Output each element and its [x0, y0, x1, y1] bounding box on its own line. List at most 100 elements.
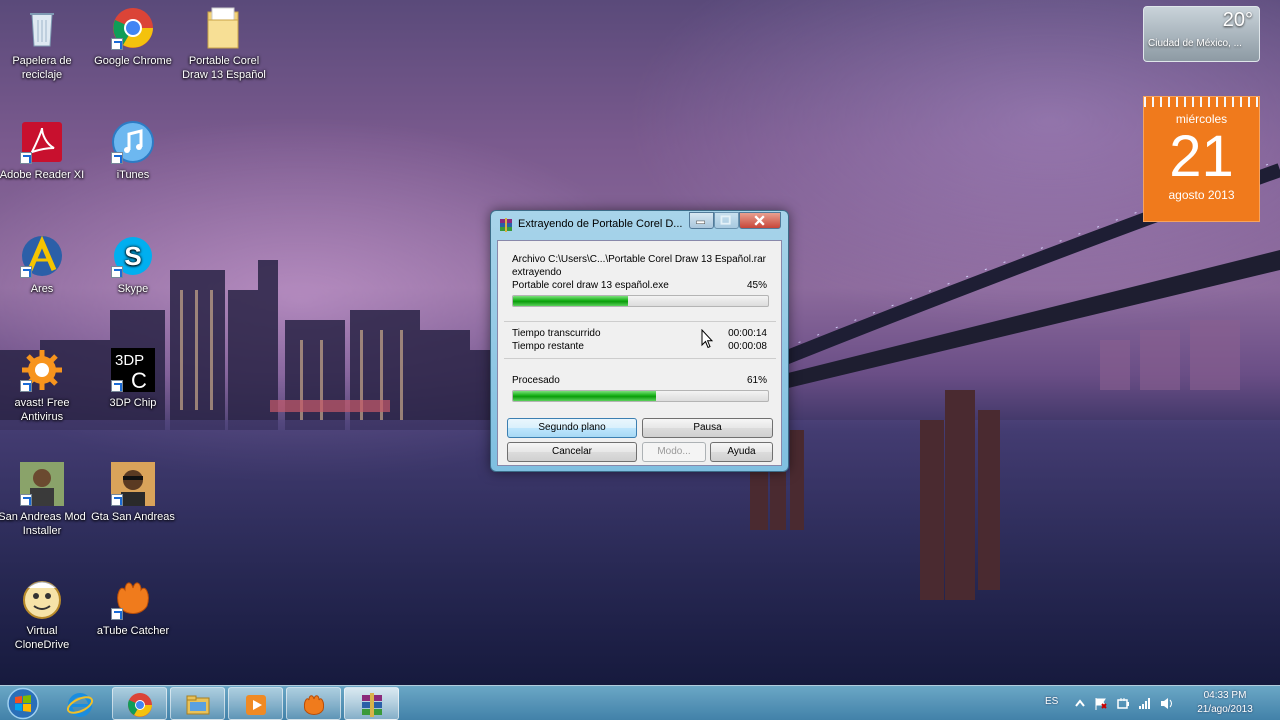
- taskbar-clock[interactable]: 04:33 PM 21/ago/2013: [1190, 689, 1260, 717]
- taskbar-winrar[interactable]: [344, 687, 399, 720]
- desktop-icon-chrome[interactable]: Google Chrome: [88, 6, 178, 68]
- remaining-time-value: 00:00:08: [728, 341, 767, 352]
- desktop-icon-corel-folder[interactable]: Portable Corel Draw 13 Español: [179, 6, 269, 82]
- chrome-icon: [111, 6, 155, 50]
- archive-path: Archivo C:\Users\C...\Portable Corel Dra…: [512, 254, 766, 265]
- pause-button[interactable]: Pausa: [642, 418, 773, 438]
- network-signal-icon[interactable]: [1138, 697, 1152, 710]
- processed-percent: 61%: [746, 375, 767, 386]
- power-battery-icon[interactable]: [1116, 697, 1130, 710]
- taskbar-atube-catcher[interactable]: [286, 687, 341, 720]
- maximize-icon: [720, 215, 731, 225]
- winrar-icon: [500, 218, 512, 232]
- desktop-icon-label: Portable Corel Draw 13 Español: [182, 55, 266, 81]
- background-button[interactable]: Segundo plano: [507, 418, 637, 438]
- minimize-button[interactable]: [689, 212, 714, 229]
- taskbar: ES 04:33 PM 21/ago/2013: [0, 685, 1280, 720]
- desktop-icon-ares[interactable]: Ares: [0, 234, 87, 296]
- dialog-content: Archivo C:\Users\C...\Portable Corel Dra…: [497, 240, 782, 466]
- total-progress-fill: [513, 391, 656, 401]
- dialog-titlebar[interactable]: Extrayendo de Portable Corel D...: [491, 211, 788, 238]
- maximize-button[interactable]: [714, 212, 739, 229]
- dialog-title: Extrayendo de Portable Corel D...: [518, 218, 683, 230]
- desktop-icon-label: avast! Free Antivirus: [14, 397, 70, 423]
- itunes-icon: [111, 120, 155, 164]
- atube-catcher-icon: [111, 576, 155, 620]
- desktop-icon-recycle-bin[interactable]: Papelera de reciclaje: [0, 6, 87, 82]
- divider: [504, 321, 776, 322]
- san-andreas-icon: [20, 462, 64, 506]
- adobe-reader-icon: [20, 120, 64, 164]
- desktop-icon-label: Skype: [117, 283, 149, 295]
- desktop-icon-gta-san-andreas[interactable]: Gta San Andreas: [88, 462, 178, 524]
- desktop-icon-adobe-reader[interactable]: Adobe Reader XI: [0, 120, 87, 182]
- folder-icon: [202, 6, 246, 50]
- calendar-rings: [1144, 97, 1259, 107]
- file-explorer-icon: [186, 695, 210, 715]
- total-progress-bar: [512, 390, 769, 402]
- desktop-icon-skype[interactable]: S Skype: [88, 234, 178, 296]
- weather-gadget[interactable]: 20° Ciudad de México, ...: [1143, 6, 1260, 62]
- action-center-flag-icon[interactable]: [1094, 697, 1108, 710]
- desktop-icon-label: aTube Catcher: [96, 625, 170, 637]
- internet-explorer-icon: [67, 693, 93, 717]
- taskbar-file-explorer[interactable]: [170, 687, 225, 720]
- media-player-icon: [246, 695, 266, 715]
- mouse-cursor: [701, 329, 713, 349]
- clock-time: 04:33 PM: [1203, 690, 1247, 701]
- help-button[interactable]: Ayuda: [710, 442, 773, 462]
- language-indicator[interactable]: ES: [1045, 696, 1058, 707]
- extraction-dialog[interactable]: Extrayendo de Portable Corel D... Archiv…: [490, 210, 789, 472]
- winrar-icon: [362, 693, 382, 717]
- start-button[interactable]: [2, 686, 44, 720]
- desktop-icon-label: iTunes: [116, 169, 150, 181]
- clonedrive-icon: [20, 576, 64, 620]
- desktop-icon-label: Ares: [30, 283, 54, 295]
- desktop-icon-label: Google Chrome: [94, 55, 172, 67]
- skype-icon: S: [111, 234, 155, 278]
- close-icon: [754, 215, 765, 226]
- show-hidden-icons-icon[interactable]: [1073, 697, 1087, 710]
- calendar-day-number: 21: [1169, 124, 1234, 189]
- ares-icon: [20, 234, 64, 278]
- taskbar-media-player[interactable]: [228, 687, 283, 720]
- cancel-button[interactable]: Cancelar: [507, 442, 637, 462]
- calendar-month-year: agosto 2013: [1168, 188, 1235, 202]
- taskbar-internet-explorer[interactable]: [52, 687, 107, 720]
- remaining-time-label: Tiempo restante: [512, 341, 584, 352]
- svg-text:3DP: 3DP: [115, 352, 144, 369]
- desktop-icon-label: Gta San Andreas: [91, 511, 175, 523]
- desktop-icon-itunes[interactable]: iTunes: [88, 120, 178, 182]
- elapsed-time-value: 00:00:14: [728, 328, 767, 339]
- volume-icon[interactable]: [1160, 697, 1174, 710]
- chrome-icon: [128, 693, 152, 717]
- svg-text:C: C: [131, 368, 147, 392]
- weather-city: Ciudad de México, ...: [1148, 38, 1242, 49]
- desktop-icon-avast[interactable]: avast! Free Antivirus: [0, 348, 87, 424]
- file-progress-fill: [513, 296, 628, 306]
- file-percent: 45%: [746, 280, 767, 291]
- processed-label: Procesado: [512, 375, 560, 386]
- desktop-icon-3dp-chip[interactable]: 3DP C 3DP Chip: [88, 348, 178, 410]
- desktop-icon-label: 3DP Chip: [109, 397, 157, 409]
- extraction-status: extrayendo: [512, 267, 562, 278]
- close-button[interactable]: [739, 212, 781, 229]
- 3dp-chip-icon: 3DP C: [111, 348, 155, 393]
- svg-text:S: S: [124, 241, 141, 271]
- recycle-bin-icon: [20, 6, 64, 50]
- calendar-gadget[interactable]: miércoles 21 agosto 2013: [1143, 96, 1260, 222]
- mode-button[interactable]: Modo...: [642, 442, 706, 462]
- current-file-name: Portable corel draw 13 español.exe: [512, 280, 669, 291]
- desktop-icon-label: Adobe Reader XI: [0, 169, 85, 181]
- divider: [504, 358, 776, 359]
- clock-date: 21/ago/2013: [1197, 704, 1253, 715]
- desktop-icon-virtual-clonedrive[interactable]: Virtual CloneDrive: [0, 576, 87, 652]
- gta-icon: [111, 462, 155, 506]
- desktop-icon-label: Papelera de reciclaje: [12, 55, 72, 81]
- weather-temperature: 20°: [1222, 9, 1253, 31]
- taskbar-chrome[interactable]: [112, 687, 167, 720]
- desktop-icon-label: Virtual CloneDrive: [14, 625, 70, 651]
- minimize-icon: [696, 220, 705, 224]
- desktop-icon-atube-catcher[interactable]: aTube Catcher: [88, 576, 178, 638]
- desktop-icon-san-andreas-mod[interactable]: San Andreas Mod Installer: [0, 462, 87, 538]
